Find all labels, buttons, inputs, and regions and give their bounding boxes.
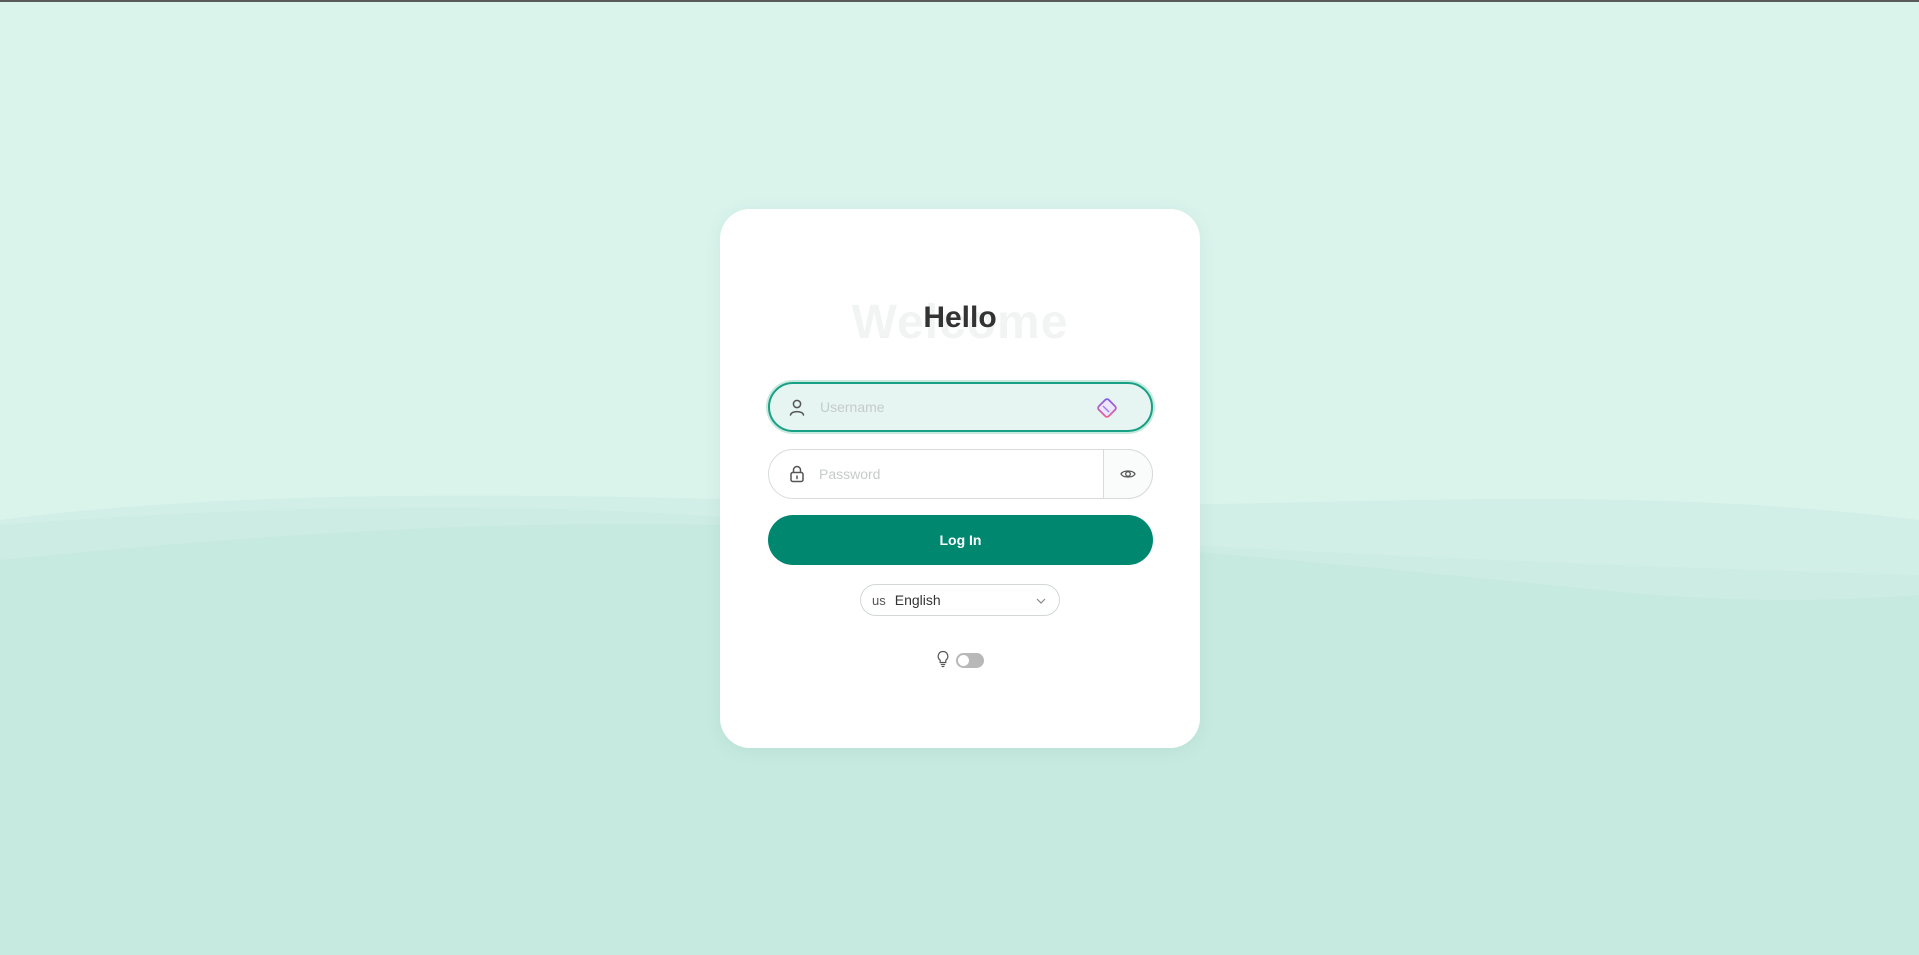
us-flag-icon: us [872, 592, 886, 608]
theme-switcher [936, 650, 996, 670]
username-input[interactable] [820, 384, 1090, 430]
lightbulb-icon [937, 650, 949, 668]
toggle-password-visibility-button[interactable] [1103, 449, 1153, 499]
eye-icon [1120, 470, 1136, 478]
username-field[interactable] [768, 382, 1153, 432]
toggle-knob [958, 655, 969, 666]
password-input[interactable] [819, 450, 1089, 498]
chevron-down-icon [1036, 598, 1046, 604]
dark-mode-toggle[interactable] [956, 653, 984, 668]
password-field[interactable] [768, 449, 1153, 499]
lock-icon [790, 465, 804, 483]
password-manager-icon[interactable] [1095, 396, 1119, 420]
language-select-value: English [894, 592, 941, 608]
login-card: Welcome Hello Username Log In us English [720, 209, 1200, 748]
user-icon [789, 399, 805, 416]
language-select[interactable]: us English [860, 584, 1060, 616]
page-title: Hello [923, 301, 997, 334]
login-button[interactable]: Log In [768, 515, 1153, 565]
login-heading: Welcome Hello [720, 291, 1200, 351]
